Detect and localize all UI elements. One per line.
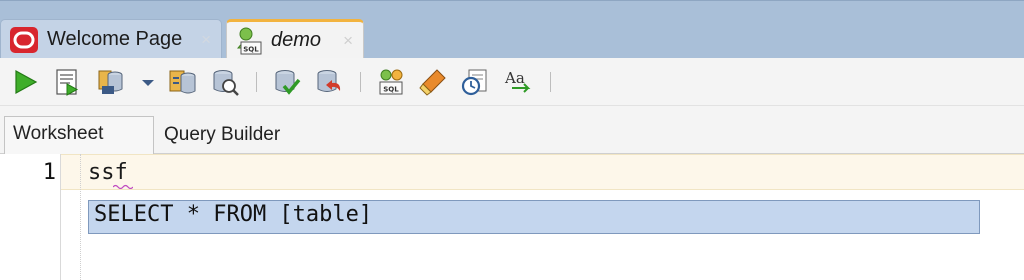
rollback-icon bbox=[317, 70, 341, 92]
script-icon bbox=[56, 69, 79, 96]
worksheet-subtabs: Worksheet Query Builder bbox=[0, 106, 1024, 154]
sql-editor[interactable]: 1 ssf SELECT * FROM [table] bbox=[0, 154, 1024, 280]
editor-tab-bar: Welcome Page × SQL demo × bbox=[0, 0, 1024, 59]
autotrace-icon bbox=[213, 70, 239, 96]
sql-gear-icon: SQL bbox=[379, 69, 403, 95]
sql-tuning-button[interactable]: SQL bbox=[376, 67, 406, 97]
run-statement-button[interactable] bbox=[10, 67, 40, 97]
sql-worksheet-icon: SQL bbox=[235, 26, 265, 56]
close-icon[interactable]: × bbox=[343, 31, 353, 51]
tab-welcome-page[interactable]: Welcome Page × bbox=[0, 19, 222, 59]
spelling-squiggle bbox=[113, 184, 133, 189]
rollback-button[interactable] bbox=[314, 67, 344, 97]
explain-plan-icon bbox=[169, 70, 196, 94]
clear-button[interactable] bbox=[418, 67, 448, 97]
close-icon[interactable]: × bbox=[201, 30, 211, 50]
tab-label: demo bbox=[271, 29, 322, 51]
autotrace-button[interactable] bbox=[210, 67, 240, 97]
toolbar-separator bbox=[550, 72, 551, 92]
commit-button[interactable] bbox=[96, 67, 126, 97]
svg-text:Aa: Aa bbox=[504, 69, 525, 87]
svg-text:SQL: SQL bbox=[243, 45, 259, 53]
chevron-down-icon bbox=[142, 80, 154, 86]
autocomplete-suggestion[interactable]: SELECT * FROM [table] bbox=[88, 200, 980, 234]
tab-label: Welcome Page bbox=[47, 28, 183, 50]
tab-query-builder[interactable]: Query Builder bbox=[164, 124, 280, 146]
text-case-icon: Aa bbox=[504, 69, 531, 93]
tab-demo[interactable]: SQL demo × bbox=[226, 19, 364, 59]
commit-check-icon bbox=[275, 70, 301, 95]
history-clock-icon bbox=[461, 69, 487, 96]
explain-plan-button[interactable] bbox=[168, 67, 198, 97]
line-number: 1 bbox=[42, 160, 56, 185]
sql-history-button[interactable] bbox=[460, 67, 490, 97]
indent-guide bbox=[80, 154, 81, 280]
line-number-gutter: 1 bbox=[0, 154, 61, 280]
tab-worksheet[interactable]: Worksheet bbox=[4, 116, 154, 154]
play-icon bbox=[15, 69, 38, 95]
run-script-button[interactable] bbox=[52, 67, 82, 97]
eraser-icon bbox=[419, 69, 446, 96]
dropdown-button[interactable] bbox=[138, 67, 158, 97]
toolbar-separator bbox=[256, 72, 257, 92]
code-line[interactable]: ssf bbox=[88, 160, 128, 185]
svg-text:SQL: SQL bbox=[383, 86, 399, 94]
current-line-highlight bbox=[61, 154, 1024, 190]
database-commit-icon bbox=[98, 70, 123, 94]
commit-transaction-button[interactable] bbox=[272, 67, 302, 97]
worksheet-toolbar: SQL Aa bbox=[0, 58, 1024, 106]
change-case-button[interactable]: Aa bbox=[504, 67, 534, 97]
oracle-logo-icon bbox=[9, 25, 39, 55]
toolbar-separator bbox=[360, 72, 361, 92]
